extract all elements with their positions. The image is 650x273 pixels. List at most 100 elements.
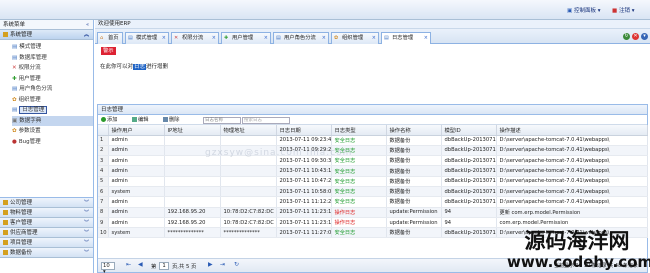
table-cell bbox=[220, 196, 277, 208]
section-system[interactable]: 系统管理 ︽ bbox=[0, 30, 93, 40]
table-cell: admin bbox=[108, 207, 165, 218]
tab[interactable]: ▤ 模式管理 × bbox=[125, 32, 169, 44]
table-cell: dbBackUp-20130711 bbox=[441, 176, 497, 187]
table-row[interactable]: 5 admin 2013-07-11 10:47:22 安全日志 数据备份 dbBackU… bbox=[98, 176, 648, 187]
table-row[interactable]: 7 admin 2013-07-11 11:12:25 安全日志 数据备份 dbBackU… bbox=[98, 196, 648, 208]
table-row[interactable]: 6 system 2013-07-11 10:58:00 安全日志 数据备份 dbBack… bbox=[98, 186, 648, 198]
sidebar-item[interactable]: ✚ 用户管理 bbox=[12, 74, 93, 85]
first-page-icon[interactable]: ⇤ bbox=[126, 261, 131, 268]
page-input[interactable]: 1 bbox=[159, 262, 169, 270]
table-cell: dbBackUp-20130711 bbox=[441, 186, 497, 198]
folder-icon bbox=[3, 220, 8, 225]
sidebar-section[interactable]: 物料管理 ︾ bbox=[0, 208, 93, 218]
tab[interactable]: ✿ 组织管理 × bbox=[331, 32, 379, 44]
sidebar-item[interactable]: ▣ 数据字典 bbox=[12, 115, 93, 126]
control-panel-link[interactable]: ▣ 控制面板 ▾ bbox=[567, 6, 600, 14]
collapse-icon[interactable]: « bbox=[86, 20, 89, 30]
tab[interactable]: ▤ 用户角色分流 × bbox=[273, 32, 329, 44]
table-cell: dbBackUp-20130711 bbox=[441, 165, 497, 177]
close-tab-icon[interactable]: × bbox=[424, 33, 428, 44]
tab[interactable]: ✕ 权限分流 × bbox=[171, 32, 219, 44]
table-row[interactable]: 4 admin 2013-07-11 10:43:16 安全日志 数据备份 dbBackU… bbox=[98, 165, 648, 177]
table-cell bbox=[220, 135, 277, 146]
column-header[interactable]: 操作描述 bbox=[496, 125, 648, 136]
column-header[interactable]: 模型ID bbox=[441, 125, 497, 136]
table-row[interactable]: 1 admin 2013-07-11 09:23:45 安全日志 数据备份 dbBackU… bbox=[98, 135, 648, 146]
table-row[interactable]: 2 admin 2013-07-11 09:29:20 安全日志 数据备份 dbBackU… bbox=[98, 145, 648, 157]
column-header[interactable] bbox=[98, 125, 109, 136]
welcome-header: 欢迎使用ERP bbox=[95, 20, 650, 29]
table-cell: 192.168.95.20 bbox=[164, 207, 221, 218]
sidebar-item[interactable]: ● Bug管理 bbox=[12, 137, 93, 148]
log-table: 操作用户 IP地址 物理地址 日志日期 日志类型 操作名称 模型ID 操作描述 1 admin 2… bbox=[98, 125, 648, 239]
sidebar-item[interactable]: ✿ 参数设置 bbox=[12, 126, 93, 137]
menu-tree: ▤ 模式管理 ▤ 数据库管理 ✕ 权限分流 ✚ 用户管理 ▤ 用户角色分流 ✿ 组织管理 ▤ 日志管理 ▣ 数… bbox=[0, 40, 93, 198]
add-button[interactable]: 添加 bbox=[101, 115, 117, 125]
sidebar-item[interactable]: ✕ 权限分流 bbox=[12, 63, 93, 74]
reload-icon[interactable]: ↻ bbox=[234, 261, 239, 268]
window-icon: ▤ bbox=[128, 35, 133, 41]
column-header[interactable]: 日志类型 bbox=[331, 125, 387, 136]
table-cell: 2 bbox=[98, 145, 109, 157]
sidebar-section[interactable]: 客户管理 ︾ bbox=[0, 218, 93, 228]
sidebar-item[interactable]: ▤ 模式管理 bbox=[12, 42, 93, 53]
close-tab-icon[interactable]: × bbox=[322, 33, 326, 44]
page-size-select[interactable]: 10 ▾ bbox=[101, 262, 115, 273]
column-header[interactable]: 物理地址 bbox=[220, 125, 277, 136]
table-cell: com.erp.model.Permission bbox=[496, 217, 648, 229]
table-cell: 安全日志 bbox=[331, 227, 387, 239]
filter-select[interactable]: 日志名称 bbox=[203, 117, 241, 124]
table-cell bbox=[164, 165, 221, 177]
folder-icon bbox=[3, 230, 8, 235]
chevron-down-icon: ︾ bbox=[83, 250, 89, 256]
table-cell: admin bbox=[108, 145, 165, 157]
sidebar-section[interactable]: 项目管理 ︾ bbox=[0, 238, 93, 248]
table-cell: 安全日志 bbox=[331, 165, 387, 177]
sidebar-section[interactable]: 公司管理 ︾ bbox=[0, 198, 93, 208]
sidebar-item[interactable]: ▤ 日志管理 bbox=[12, 105, 93, 116]
sidebar-item[interactable]: ▤ 用户角色分流 bbox=[12, 84, 93, 95]
column-header[interactable]: 操作名称 bbox=[386, 125, 442, 136]
close-tab-icon[interactable]: × bbox=[372, 33, 376, 44]
cross-tools-icon: ✕ bbox=[12, 65, 17, 71]
close-tab-icon[interactable]: × bbox=[212, 33, 216, 44]
delete-button[interactable]: 删除 bbox=[163, 115, 179, 125]
folder-icon bbox=[3, 32, 8, 37]
gear-icon: ✿ bbox=[12, 96, 17, 103]
sidebar-item[interactable]: ✿ 组织管理 bbox=[12, 95, 93, 106]
logout-link[interactable]: ■ 注销 ▾ bbox=[612, 6, 634, 14]
column-header[interactable]: 操作用户 bbox=[108, 125, 165, 136]
close-tab-icon[interactable]: × bbox=[264, 33, 268, 44]
table-cell bbox=[220, 165, 277, 177]
table-cell bbox=[164, 186, 221, 198]
search-input[interactable]: 搜索日志 bbox=[242, 117, 290, 124]
section-list: 公司管理 ︾ 物料管理 ︾ 客户管理 ︾ 供应商管理 ︾ 项目管理 ︾ 数据备份 ︾ bbox=[0, 198, 93, 258]
column-header[interactable]: IP地址 bbox=[164, 125, 221, 136]
table-cell: admin bbox=[108, 196, 165, 208]
tab[interactable]: ✚ 用户管理 × bbox=[221, 32, 271, 44]
sidebar-section[interactable]: 数据备份 ︾ bbox=[0, 248, 93, 258]
column-header[interactable]: 日志日期 bbox=[276, 125, 332, 136]
last-page-icon[interactable]: ⇥ bbox=[220, 261, 225, 268]
sidebar-section[interactable]: 供应商管理 ︾ bbox=[0, 228, 93, 238]
tab[interactable]: ⌂ 首页 bbox=[97, 32, 123, 44]
folder-icon bbox=[3, 210, 8, 215]
prev-page-icon[interactable]: ◀ bbox=[138, 261, 143, 268]
sidebar: 系统菜单 « 系统管理 ︽ ▤ 模式管理 ▤ 数据库管理 ✕ 权限分流 ✚ 用户管理 ▤ 用户角色分流… bbox=[0, 20, 94, 273]
chevron-down-icon: ▾ bbox=[631, 8, 635, 14]
next-page-icon[interactable]: ▶ bbox=[208, 261, 213, 268]
chevron-down-icon: ︾ bbox=[83, 200, 89, 206]
table-cell: D:\server\apache-tomcat-7.0.41\webapps\ bbox=[496, 176, 648, 187]
table-row[interactable]: 8 admin 192.168.95.20 10:78:D2:C7:82:DC 2013… bbox=[98, 207, 648, 218]
close-tab-icon[interactable]: × bbox=[162, 33, 166, 44]
table-cell: D:\server\apache-tomcat-7.0.41\webapps\ bbox=[496, 165, 648, 177]
table-cell: D:\server\apache-tomcat-7.0.41\webapps\ bbox=[496, 155, 648, 167]
edit-button[interactable]: 编辑 bbox=[132, 115, 148, 125]
refresh-icon[interactable]: ↻ bbox=[623, 33, 630, 40]
table-row[interactable]: 3 admin 2013-07-11 09:30:31 安全日志 数据备份 dbBackU… bbox=[98, 155, 648, 167]
table-row[interactable]: 9 admin 192.168.95.20 10:78:D2:C7:82:DC 2013… bbox=[98, 217, 648, 229]
menu-icon[interactable]: ▾ bbox=[641, 33, 648, 40]
sidebar-item[interactable]: ▤ 数据库管理 bbox=[12, 53, 93, 64]
close-icon[interactable]: ✕ bbox=[632, 33, 639, 40]
table-cell: dbBackUp-20130711 bbox=[441, 227, 497, 239]
